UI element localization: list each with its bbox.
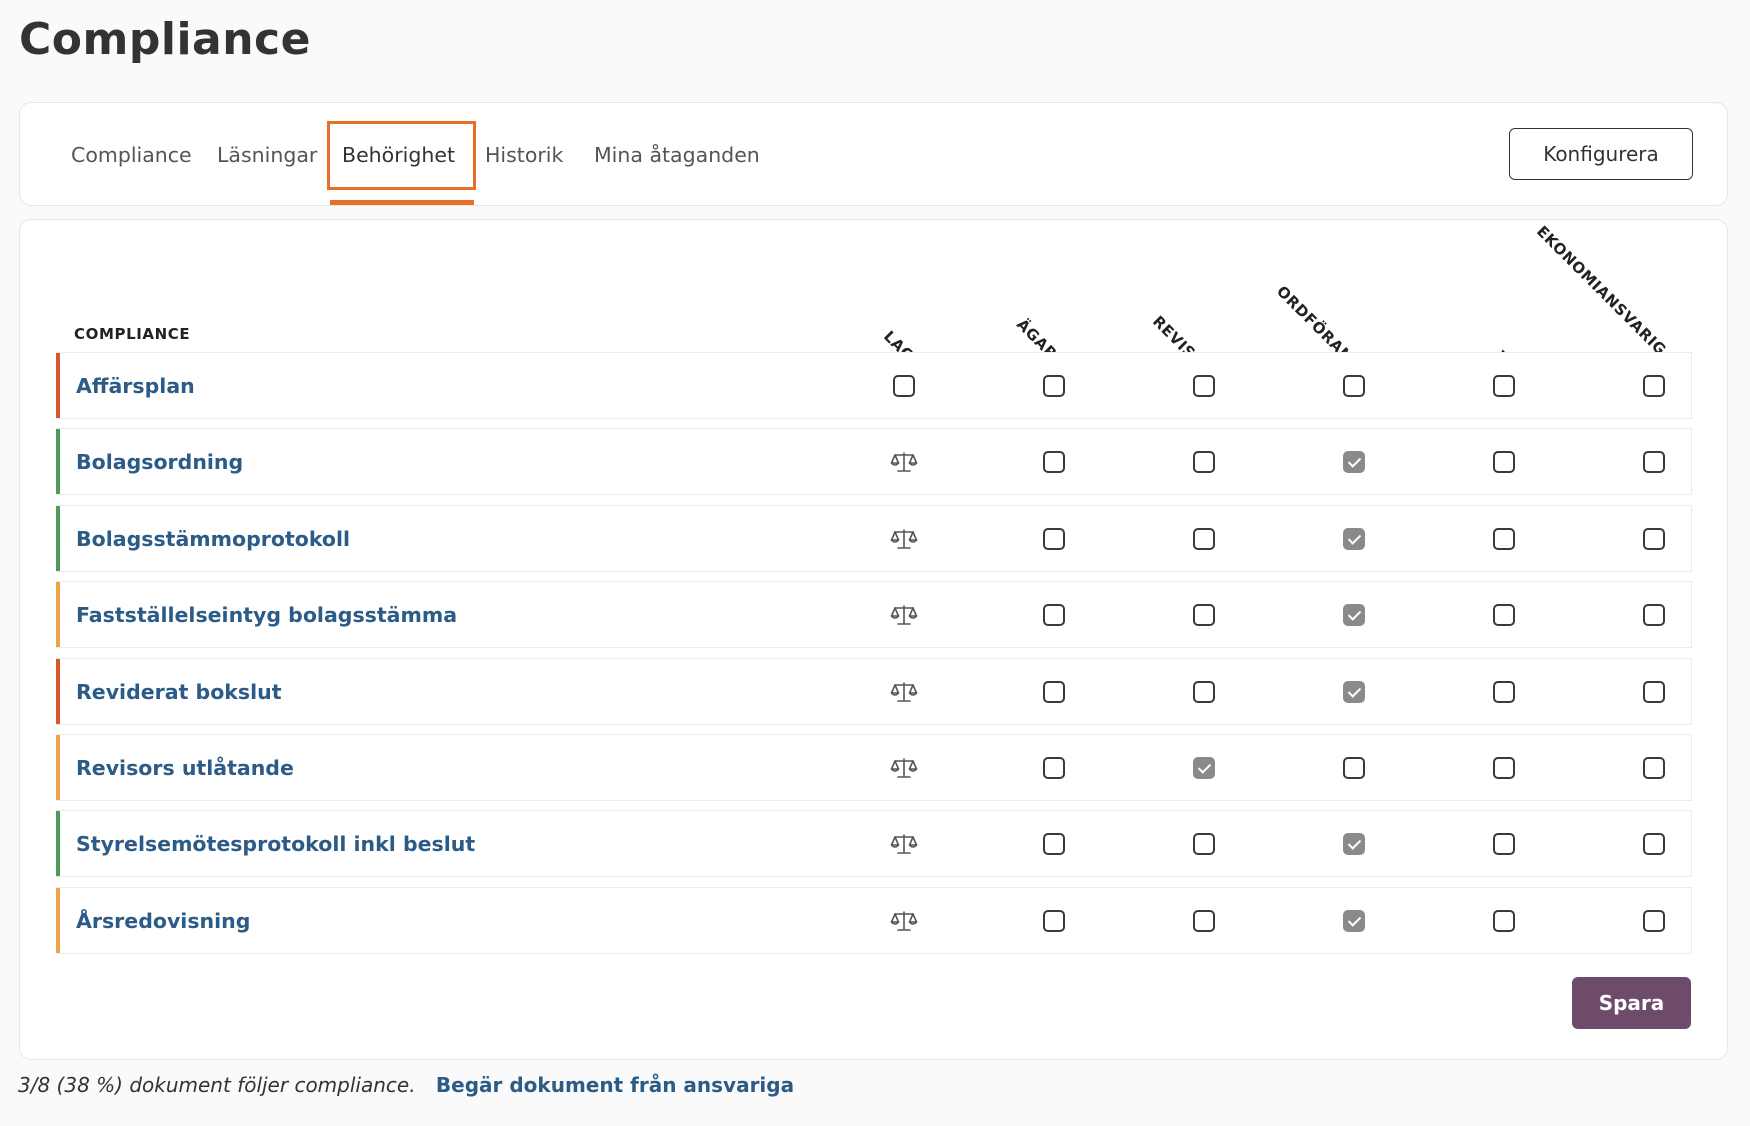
table-row: Bolagsordning (56, 428, 1692, 495)
document-link[interactable]: Fastställelseintyg bolagsstämma (76, 582, 457, 647)
configure-button[interactable]: Konfigurera (1509, 128, 1693, 180)
permission-checkbox[interactable] (1643, 450, 1665, 473)
permission-checkbox[interactable] (1343, 603, 1365, 626)
compliance-column-header: COMPLIANCE (74, 325, 191, 343)
permission-checkbox[interactable] (1643, 603, 1665, 626)
permission-checkbox[interactable] (1343, 680, 1365, 703)
table-row: Bolagsstämmoprotokoll (56, 505, 1692, 572)
tab-bar: Compliance Läsningar Behörighet Historik… (19, 102, 1728, 206)
permission-checkbox[interactable] (1193, 374, 1215, 397)
permission-checkbox[interactable] (1643, 374, 1665, 397)
document-link[interactable]: Bolagsordning (76, 429, 243, 494)
permission-checkbox[interactable] (1193, 832, 1215, 855)
permission-checkbox[interactable] (1043, 909, 1065, 932)
table-row: Revisors utlåtande (56, 734, 1692, 801)
permission-checkbox[interactable] (1193, 909, 1215, 932)
permission-checkbox[interactable] (1643, 832, 1665, 855)
tab-compliance[interactable]: Compliance (71, 103, 192, 207)
status-indicator (56, 353, 60, 418)
permission-checkbox[interactable] (1493, 450, 1515, 473)
permissions-matrix: COMPLIANCE LAGÄGAREREVISORORDFÖRANDEVDEK… (19, 219, 1728, 1060)
scale-icon (890, 756, 918, 780)
table-row: Affärsplan (56, 352, 1692, 419)
permission-checkbox[interactable] (1193, 450, 1215, 473)
scale-icon (890, 603, 918, 627)
role-header: EKONOMIANSVARIG (1533, 222, 1670, 360)
table-row: Fastställelseintyg bolagsstämma (56, 581, 1692, 648)
permission-checkbox[interactable] (1043, 450, 1065, 473)
table-row: Styrelsemötesprotokoll inkl beslut (56, 810, 1692, 877)
save-button[interactable]: Spara (1572, 977, 1691, 1029)
permission-checkbox[interactable] (1043, 527, 1065, 550)
permission-checkbox[interactable] (1343, 374, 1365, 397)
permission-checkbox[interactable] (1643, 909, 1665, 932)
permission-checkbox[interactable] (1343, 450, 1365, 473)
permission-checkbox[interactable] (1493, 680, 1515, 703)
permission-checkbox[interactable] (1043, 756, 1065, 779)
scale-icon (890, 680, 918, 704)
permission-checkbox[interactable] (1493, 832, 1515, 855)
document-link[interactable]: Årsredovisning (76, 888, 250, 953)
permission-checkbox[interactable] (893, 374, 915, 397)
document-link[interactable]: Reviderat bokslut (76, 659, 282, 724)
permission-checkbox[interactable] (1493, 756, 1515, 779)
status-indicator (56, 735, 60, 800)
permission-checkbox[interactable] (1343, 527, 1365, 550)
permission-checkbox[interactable] (1193, 527, 1215, 550)
permission-checkbox[interactable] (1193, 680, 1215, 703)
permission-checkbox[interactable] (1493, 603, 1515, 626)
permission-checkbox[interactable] (1343, 756, 1365, 779)
document-link[interactable]: Bolagsstämmoprotokoll (76, 506, 350, 571)
permission-checkbox[interactable] (1043, 603, 1065, 626)
status-indicator (56, 811, 60, 876)
status-indicator (56, 429, 60, 494)
status-indicator (56, 659, 60, 724)
document-link[interactable]: Affärsplan (76, 353, 195, 418)
page-title: Compliance (19, 14, 311, 65)
active-tab-indicator (330, 200, 474, 205)
permission-checkbox[interactable] (1343, 909, 1365, 932)
document-link[interactable]: Styrelsemötesprotokoll inkl beslut (76, 811, 475, 876)
permission-checkbox[interactable] (1643, 756, 1665, 779)
tab-mina-ataganden[interactable]: Mina åtaganden (594, 103, 760, 207)
scale-icon (890, 450, 918, 474)
status-indicator (56, 506, 60, 571)
permission-checkbox[interactable] (1493, 909, 1515, 932)
status-indicator (56, 582, 60, 647)
permission-checkbox[interactable] (1493, 374, 1515, 397)
permission-checkbox[interactable] (1493, 527, 1515, 550)
table-row: Reviderat bokslut (56, 658, 1692, 725)
status-indicator (56, 888, 60, 953)
permission-checkbox[interactable] (1193, 756, 1215, 779)
permission-checkbox[interactable] (1643, 527, 1665, 550)
scale-icon (890, 832, 918, 856)
table-row: Årsredovisning (56, 887, 1692, 954)
compliance-footer: 3/8 (38 %) dokument följer compliance. B… (18, 1073, 794, 1097)
tab-historik[interactable]: Historik (485, 103, 563, 207)
permission-checkbox[interactable] (1343, 832, 1365, 855)
compliance-status-text: 3/8 (38 %) dokument följer compliance. (18, 1073, 416, 1097)
scale-icon (890, 909, 918, 933)
permission-checkbox[interactable] (1043, 680, 1065, 703)
permission-checkbox[interactable] (1043, 832, 1065, 855)
tab-behorighet[interactable]: Behörighet (342, 103, 455, 207)
document-link[interactable]: Revisors utlåtande (76, 735, 294, 800)
permission-checkbox[interactable] (1043, 374, 1065, 397)
scale-icon (890, 527, 918, 551)
request-documents-link[interactable]: Begär dokument från ansvariga (436, 1073, 794, 1097)
permission-checkbox[interactable] (1193, 603, 1215, 626)
permission-checkbox[interactable] (1643, 680, 1665, 703)
tab-lasningar[interactable]: Läsningar (217, 103, 317, 207)
